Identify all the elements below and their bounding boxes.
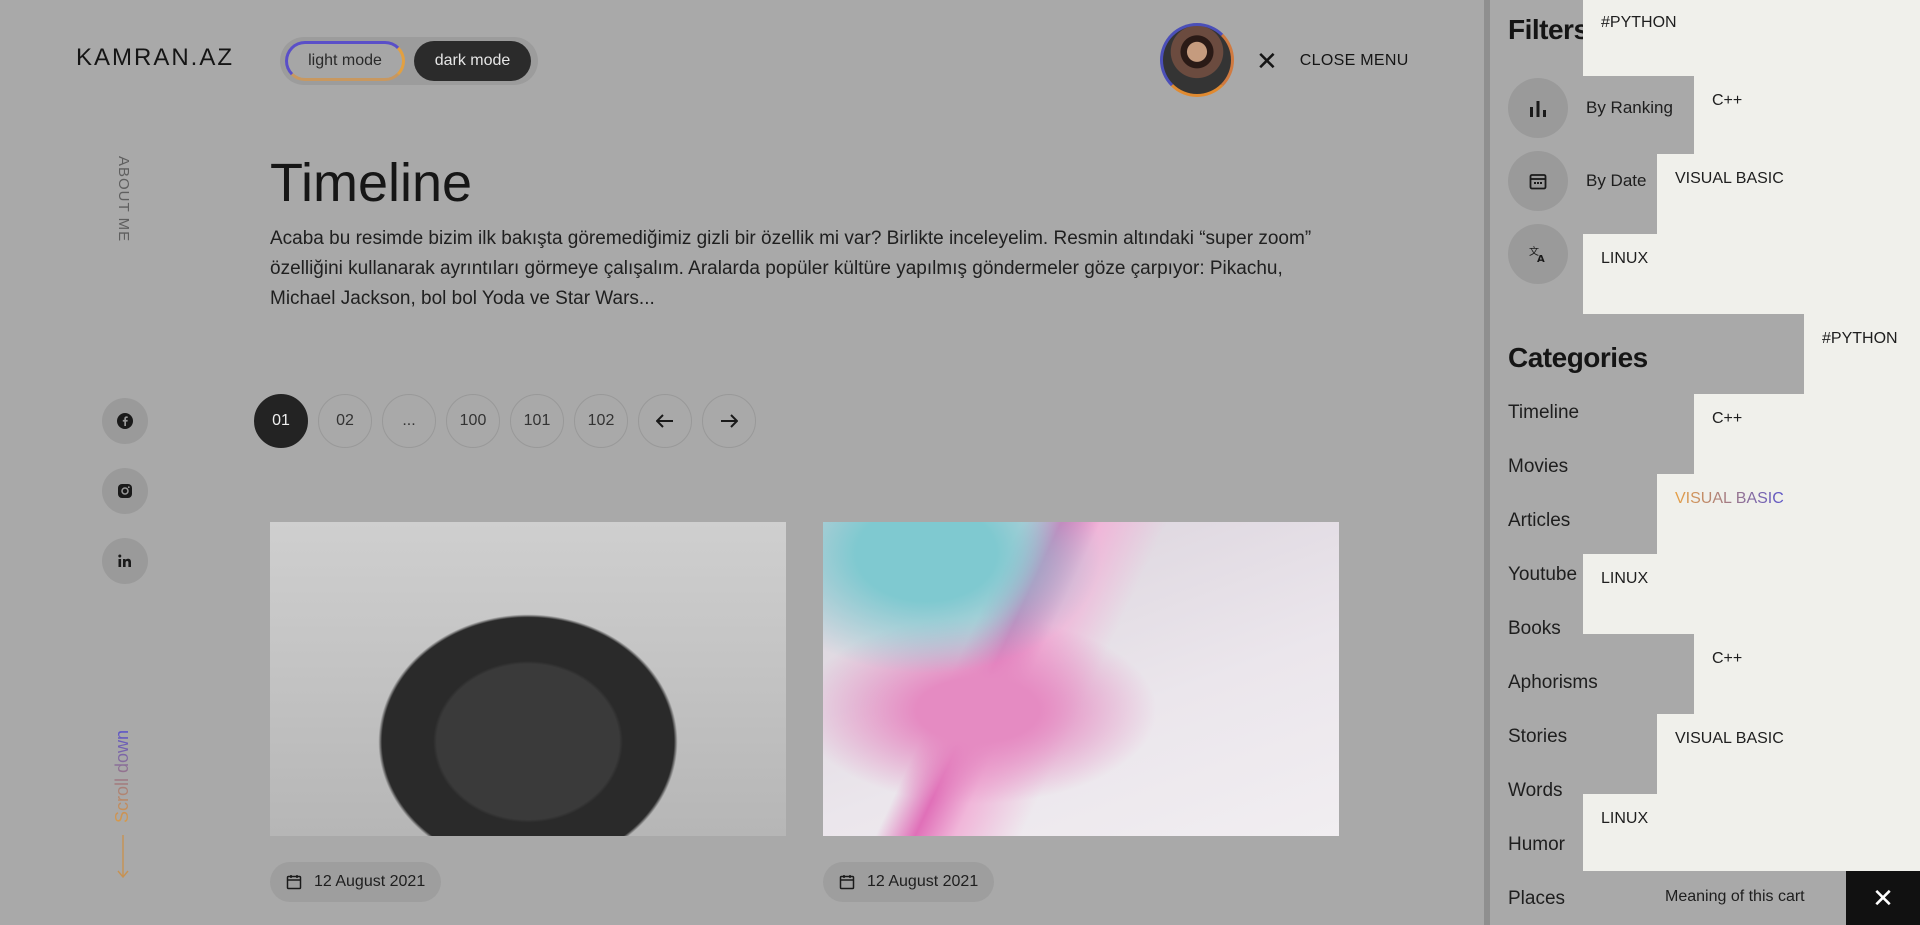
scroll-down-indicator[interactable]: Scroll down bbox=[112, 730, 133, 879]
calendar-icon bbox=[1508, 151, 1568, 211]
instagram-icon[interactable] bbox=[102, 468, 148, 514]
page-button[interactable]: 02 bbox=[318, 394, 372, 448]
post-card[interactable]: 12 August 2021 bbox=[270, 522, 786, 902]
filters-heading: Filters bbox=[1508, 14, 1589, 45]
tag-popup[interactable]: VISUAL BASIC bbox=[1657, 714, 1920, 794]
category-link[interactable]: Articles bbox=[1508, 510, 1570, 532]
tag-popup[interactable]: #PYTHON bbox=[1804, 314, 1920, 394]
about-me-link[interactable]: ABOUT ME bbox=[115, 156, 132, 242]
site-logo[interactable]: KAMRAN.AZ bbox=[76, 44, 234, 72]
filter-by-ranking[interactable]: By Ranking bbox=[1508, 78, 1673, 138]
close-menu-label: CLOSE MENU bbox=[1299, 52, 1409, 69]
tag-popup[interactable]: LINUX bbox=[1583, 234, 1920, 314]
category-link[interactable]: Youtube bbox=[1508, 564, 1577, 586]
page-button[interactable]: 100 bbox=[446, 394, 500, 448]
tag-popup[interactable]: C++ bbox=[1694, 76, 1920, 154]
close-menu-button[interactable]: ✕ CLOSE MENU bbox=[1256, 48, 1409, 74]
page-description: Acaba bu resimde bizim ilk bakışta görem… bbox=[270, 228, 1312, 309]
tag-popup[interactable]: VISUAL BASIC bbox=[1657, 154, 1920, 234]
dark-mode-button[interactable]: dark mode bbox=[414, 41, 531, 81]
tag-popup[interactable]: VISUAL BASIC bbox=[1657, 474, 1920, 554]
light-mode-button[interactable]: light mode bbox=[285, 41, 405, 81]
page-button[interactable]: 01 bbox=[254, 394, 308, 448]
close-icon: ✕ bbox=[1872, 882, 1894, 913]
arrow-down-icon bbox=[116, 835, 129, 879]
tag-popup[interactable]: LINUX bbox=[1583, 794, 1920, 871]
category-link[interactable]: Timeline bbox=[1508, 402, 1579, 424]
post-card[interactable]: 12 August 2021 bbox=[823, 522, 1339, 902]
page-button[interactable]: 102 bbox=[574, 394, 628, 448]
filter-label: By Ranking bbox=[1586, 98, 1673, 117]
pagination: 01 02 ... 100 101 102 bbox=[254, 394, 756, 448]
post-date: 12 August 2021 bbox=[270, 862, 442, 902]
translate-icon: 文A bbox=[1508, 224, 1568, 284]
filter-by-date[interactable]: By Date bbox=[1508, 151, 1646, 211]
post-date: 12 August 2021 bbox=[823, 862, 995, 902]
cart-label: Meaning of this cart bbox=[1665, 888, 1805, 905]
category-link[interactable]: Books bbox=[1508, 618, 1561, 640]
calendar-icon bbox=[286, 875, 302, 890]
avatar[interactable] bbox=[1160, 23, 1234, 97]
tag-popup[interactable]: #PYTHON bbox=[1583, 0, 1920, 76]
category-link[interactable]: Movies bbox=[1508, 456, 1568, 478]
page-button[interactable]: 101 bbox=[510, 394, 564, 448]
categories-heading: Categories bbox=[1508, 342, 1648, 373]
scroll-down-label: Scroll down bbox=[112, 730, 132, 824]
category-link[interactable]: Places bbox=[1508, 888, 1565, 910]
social-links bbox=[102, 398, 148, 584]
theme-switch: light mode dark mode bbox=[280, 37, 538, 85]
tag-popup[interactable]: C++ bbox=[1694, 634, 1920, 714]
facebook-icon[interactable] bbox=[102, 398, 148, 444]
tag-popup-label: VISUAL BASIC bbox=[1675, 490, 1784, 507]
category-link[interactable]: Aphorisms bbox=[1508, 672, 1598, 694]
calendar-icon bbox=[839, 875, 855, 890]
tag-popup[interactable]: LINUX bbox=[1583, 554, 1920, 634]
prev-page-button[interactable] bbox=[638, 394, 692, 448]
close-icon: ✕ bbox=[1256, 46, 1278, 76]
filter-by-language[interactable]: 文A bbox=[1508, 224, 1568, 284]
arrow-left-icon bbox=[656, 414, 673, 428]
filter-label: By Date bbox=[1586, 171, 1647, 190]
arrow-right-icon bbox=[721, 414, 738, 428]
page-title: Timeline bbox=[270, 153, 473, 213]
svg-text:A: A bbox=[1537, 254, 1545, 263]
bar-chart-icon bbox=[1508, 78, 1568, 138]
linkedin-icon[interactable] bbox=[102, 538, 148, 584]
tag-popup[interactable]: C++ bbox=[1694, 394, 1920, 474]
post-image[interactable] bbox=[270, 522, 786, 836]
category-link[interactable]: Humor bbox=[1508, 834, 1565, 856]
post-date-text: 12 August 2021 bbox=[867, 873, 979, 890]
category-link[interactable]: Stories bbox=[1508, 726, 1567, 748]
category-link[interactable]: Words bbox=[1508, 780, 1563, 802]
cart-close-button[interactable]: ✕ bbox=[1846, 871, 1920, 925]
post-image[interactable] bbox=[823, 522, 1339, 836]
next-page-button[interactable] bbox=[702, 394, 756, 448]
post-date-text: 12 August 2021 bbox=[314, 873, 426, 890]
page-ellipsis: ... bbox=[382, 394, 436, 448]
